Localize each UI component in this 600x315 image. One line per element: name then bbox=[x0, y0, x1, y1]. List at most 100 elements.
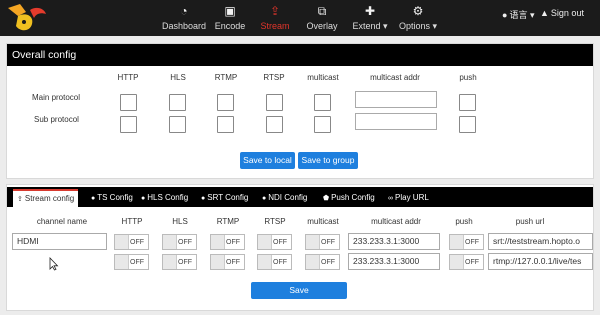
col-rtsp: RTSP bbox=[264, 217, 286, 226]
overall-config-title: Overall config bbox=[7, 44, 593, 66]
sub-hls-checkbox[interactable] bbox=[169, 116, 186, 133]
nav-overlay[interactable]: ⧉ Overlay bbox=[304, 3, 340, 35]
col-multicast: multicast bbox=[307, 217, 339, 226]
channel-name-input[interactable]: HDMI bbox=[12, 233, 107, 250]
col-rtsp: RTSP bbox=[263, 73, 285, 82]
push-url-input[interactable]: srt://teststream.hopto.o bbox=[488, 233, 593, 250]
toggle-knob bbox=[163, 235, 177, 249]
rtmp-toggle[interactable]: OFF bbox=[210, 234, 245, 250]
circle-icon: ● bbox=[91, 195, 96, 202]
toggle-knob bbox=[211, 235, 225, 249]
col-channel-name: channel name bbox=[36, 217, 88, 226]
push-url-input[interactable]: rtmp://127.0.0.1/live/tes bbox=[488, 253, 593, 270]
tab-push-config[interactable]: ⬟ Push Config bbox=[323, 189, 375, 207]
main-multicast-checkbox[interactable] bbox=[314, 94, 331, 111]
toggle-knob bbox=[306, 235, 320, 249]
http-toggle[interactable]: OFF bbox=[114, 254, 149, 270]
overlay-icon: ⧉ bbox=[317, 4, 327, 18]
rtsp-toggle[interactable]: OFF bbox=[257, 254, 292, 270]
col-multicast: multicast bbox=[307, 73, 339, 82]
puzzle-icon: ✚ bbox=[364, 4, 376, 18]
col-http: HTTP bbox=[121, 217, 143, 226]
nav-extend[interactable]: ✚ Extend ▾ bbox=[350, 3, 390, 35]
tab-ndi-config[interactable]: ● NDI Config bbox=[262, 189, 307, 207]
col-push: push bbox=[455, 217, 473, 226]
push-toggle[interactable]: OFF bbox=[449, 254, 484, 270]
col-rtmp: RTMP bbox=[216, 217, 240, 226]
main-rtmp-checkbox[interactable] bbox=[217, 94, 234, 111]
dashboard-icon: ◔ bbox=[180, 4, 188, 18]
multicast-toggle[interactable]: OFF bbox=[305, 234, 340, 250]
upload-icon: ⇪ bbox=[17, 196, 23, 203]
config-tabs: ⇪ Stream config ● TS Config ● HLS Config ● S… bbox=[7, 187, 593, 207]
upload-icon: ⇪ bbox=[269, 4, 281, 18]
tab-srt-config[interactable]: ● SRT Config bbox=[201, 189, 248, 207]
nav-dashboard[interactable]: ◔ Dashboard bbox=[162, 3, 206, 35]
col-hls: HLS bbox=[170, 73, 186, 82]
tab-ts-config[interactable]: ● TS Config bbox=[91, 189, 133, 207]
toggle-knob bbox=[115, 255, 129, 269]
nav-stream[interactable]: ⇪ Stream bbox=[257, 3, 293, 35]
sub-rtsp-checkbox[interactable] bbox=[266, 116, 283, 133]
nav-encode[interactable]: ▣ Encode bbox=[212, 3, 248, 35]
save-to-local-button[interactable]: Save to local bbox=[240, 152, 295, 169]
toggle-knob bbox=[211, 255, 225, 269]
col-multicast-addr: multicast addr bbox=[371, 217, 421, 226]
main-multicast-addr-input[interactable] bbox=[355, 91, 437, 108]
main-hls-checkbox[interactable] bbox=[169, 94, 186, 111]
col-http: HTTP bbox=[117, 73, 139, 82]
main-push-checkbox[interactable] bbox=[459, 94, 476, 111]
main-rtsp-checkbox[interactable] bbox=[266, 94, 283, 111]
caret-down-icon: ▾ bbox=[430, 21, 438, 31]
sub-rtmp-checkbox[interactable] bbox=[217, 116, 234, 133]
top-navbar: ◔ Dashboard ▣ Encode ⇪ Stream ⧉ Overlay … bbox=[0, 0, 600, 36]
row-main-protocol: Main protocol bbox=[32, 93, 81, 102]
http-toggle[interactable]: OFF bbox=[114, 234, 149, 250]
nav-options[interactable]: ⚙ Options ▾ bbox=[396, 3, 440, 35]
toggle-knob bbox=[163, 255, 177, 269]
rtmp-toggle[interactable]: OFF bbox=[210, 254, 245, 270]
toggle-knob bbox=[306, 255, 320, 269]
toggle-knob bbox=[115, 235, 129, 249]
sub-http-checkbox[interactable] bbox=[120, 116, 137, 133]
tab-play-url[interactable]: ∞ Play URL bbox=[388, 189, 429, 207]
push-toggle[interactable]: OFF bbox=[449, 234, 484, 250]
circle-icon: ● bbox=[201, 195, 206, 202]
globe-icon: ● bbox=[502, 10, 508, 20]
sub-push-checkbox[interactable] bbox=[459, 116, 476, 133]
multicast-addr-input[interactable]: 233.233.3.1:3000 bbox=[348, 253, 440, 270]
tab-hls-config[interactable]: ● HLS Config bbox=[141, 189, 188, 207]
circle-icon: ● bbox=[262, 195, 267, 202]
toggle-knob bbox=[258, 235, 272, 249]
toggle-knob bbox=[258, 255, 272, 269]
col-push: push bbox=[459, 73, 477, 82]
mouse-cursor-icon bbox=[49, 257, 59, 271]
rtsp-toggle[interactable]: OFF bbox=[257, 234, 292, 250]
link-icon: ∞ bbox=[388, 195, 393, 202]
hls-toggle[interactable]: OFF bbox=[162, 234, 197, 250]
col-push-url: push url bbox=[515, 217, 545, 226]
hls-toggle[interactable]: OFF bbox=[162, 254, 197, 270]
sub-multicast-addr-input[interactable] bbox=[355, 113, 437, 130]
logo-icon[interactable] bbox=[4, 2, 50, 34]
sub-multicast-checkbox[interactable] bbox=[314, 116, 331, 133]
multicast-addr-input[interactable]: 233.233.3.1:3000 bbox=[348, 233, 440, 250]
col-multicast-addr: multicast addr bbox=[370, 73, 420, 82]
caret-down-icon: ▾ bbox=[527, 10, 535, 20]
multicast-toggle[interactable]: OFF bbox=[305, 254, 340, 270]
main-http-checkbox[interactable] bbox=[120, 94, 137, 111]
save-to-group-button[interactable]: Save to group bbox=[298, 152, 358, 169]
tab-stream-config[interactable]: ⇪ Stream config bbox=[13, 189, 79, 207]
save-button[interactable]: Save bbox=[251, 282, 347, 299]
toggle-knob bbox=[450, 235, 464, 249]
gears-icon: ⚙ bbox=[412, 4, 424, 18]
circle-icon: ● bbox=[141, 195, 146, 202]
language-menu[interactable]: ● 语言 ▾ bbox=[502, 8, 534, 21]
col-rtmp: RTMP bbox=[214, 73, 238, 82]
toggle-knob bbox=[450, 255, 464, 269]
user-icon: ▲ bbox=[540, 8, 549, 18]
caret-down-icon: ▾ bbox=[380, 21, 388, 31]
row-sub-protocol: Sub protocol bbox=[34, 115, 79, 124]
signout-link[interactable]: ▲ Sign out bbox=[540, 8, 584, 18]
image-icon: ▣ bbox=[224, 4, 236, 18]
